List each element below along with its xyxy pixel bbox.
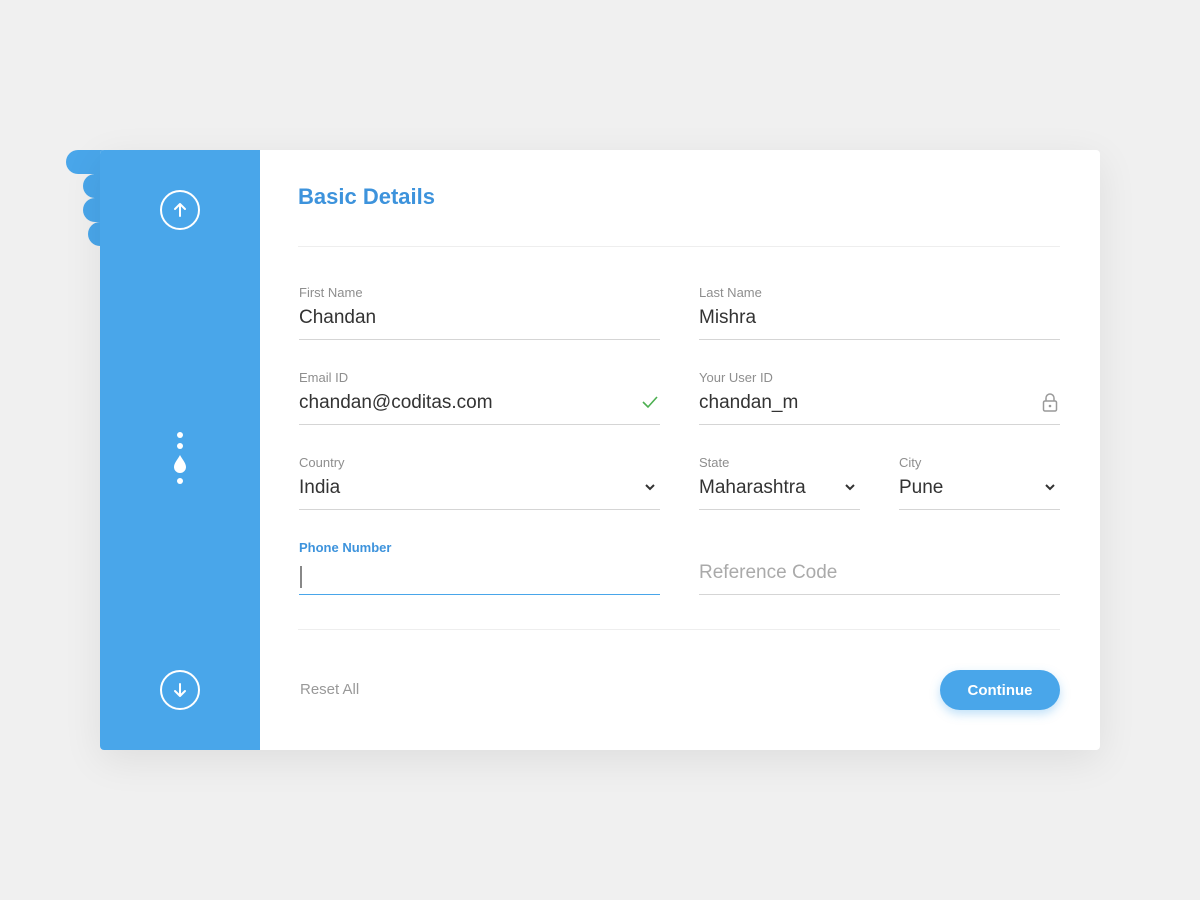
user-id-value: chandan_m xyxy=(699,392,799,413)
last-name-value: Mishra xyxy=(699,307,757,328)
text-cursor xyxy=(300,566,302,588)
divider xyxy=(298,246,1060,247)
field-underline xyxy=(299,424,660,425)
reference-code-placeholder: Reference Code xyxy=(699,562,838,583)
page-title: Basic Details xyxy=(298,184,435,209)
lock-icon xyxy=(1040,392,1060,412)
phone-label: Phone Number xyxy=(299,540,392,555)
state-select[interactable]: State Maharashtra xyxy=(699,455,860,515)
email-label: Email ID xyxy=(299,370,349,385)
country-value: India xyxy=(299,477,341,498)
first-name-label: First Name xyxy=(299,285,363,300)
check-icon xyxy=(640,392,660,412)
user-id-label: Your User ID xyxy=(699,370,773,385)
phone-input[interactable]: Phone Number xyxy=(299,540,660,600)
chevron-down-icon xyxy=(1040,477,1060,497)
field-underline xyxy=(299,594,660,595)
scroll-up-button[interactable] xyxy=(160,190,200,230)
chevron-down-icon xyxy=(840,477,860,497)
field-underline xyxy=(899,509,1060,510)
arrow-down-icon xyxy=(174,683,186,697)
divider xyxy=(298,629,1060,630)
last-name-label: Last Name xyxy=(699,285,762,300)
country-select[interactable]: Country India xyxy=(299,455,660,515)
email-value: chandan@coditas.com xyxy=(299,392,493,413)
scroll-down-button[interactable] xyxy=(160,670,200,710)
country-label: Country xyxy=(299,455,345,470)
reference-code-input[interactable]: Reference Code xyxy=(699,540,1060,600)
field-underline xyxy=(299,509,660,510)
continue-button[interactable]: Continue xyxy=(940,670,1060,710)
state-label: State xyxy=(699,455,730,470)
first-name-field[interactable]: First Name Chandan xyxy=(299,285,660,345)
field-underline xyxy=(699,509,860,510)
drop-progress-icon xyxy=(174,432,186,484)
city-value: Pune xyxy=(899,477,944,498)
city-select[interactable]: City Pune xyxy=(899,455,1060,515)
chevron-down-icon xyxy=(640,477,660,497)
field-underline xyxy=(299,339,660,340)
state-value: Maharashtra xyxy=(699,477,806,498)
reset-all-button[interactable]: Reset All xyxy=(300,681,359,698)
user-id-field: Your User ID chandan_m xyxy=(699,370,1060,430)
email-field[interactable]: Email ID chandan@coditas.com xyxy=(299,370,660,430)
first-name-value: Chandan xyxy=(299,307,377,328)
last-name-field[interactable]: Last Name Mishra xyxy=(699,285,1060,345)
field-underline xyxy=(699,339,1060,340)
arrow-up-icon xyxy=(174,203,186,217)
field-underline xyxy=(699,424,1060,425)
field-underline xyxy=(699,594,1060,595)
city-label: City xyxy=(899,455,922,470)
